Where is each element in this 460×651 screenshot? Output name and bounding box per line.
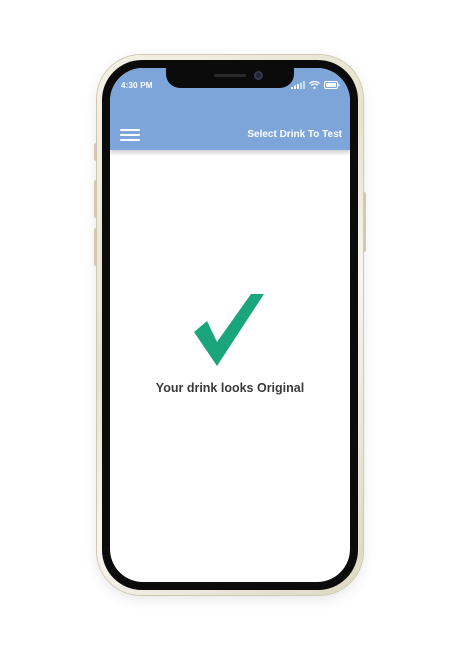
app-header: 4:30 PM Select Drink To Test [110,68,350,150]
battery-icon [324,81,340,89]
hamburger-menu-icon[interactable] [120,128,142,142]
wifi-icon [309,81,320,89]
status-icons [291,81,340,89]
page-title[interactable]: Select Drink To Test [247,129,342,140]
checkmark-icon [194,294,264,366]
earpiece-speaker [214,74,246,77]
front-camera-icon [254,71,263,80]
screenshot-stage: 4:30 PM Select Drink To Test Your drink … [0,0,460,651]
status-time: 4:30 PM [121,81,153,90]
phone-screen: 4:30 PM Select Drink To Test Your drink … [110,68,350,582]
phone-notch [166,68,294,88]
signal-icon [291,81,305,89]
result-message: Your drink looks Original [155,381,305,395]
